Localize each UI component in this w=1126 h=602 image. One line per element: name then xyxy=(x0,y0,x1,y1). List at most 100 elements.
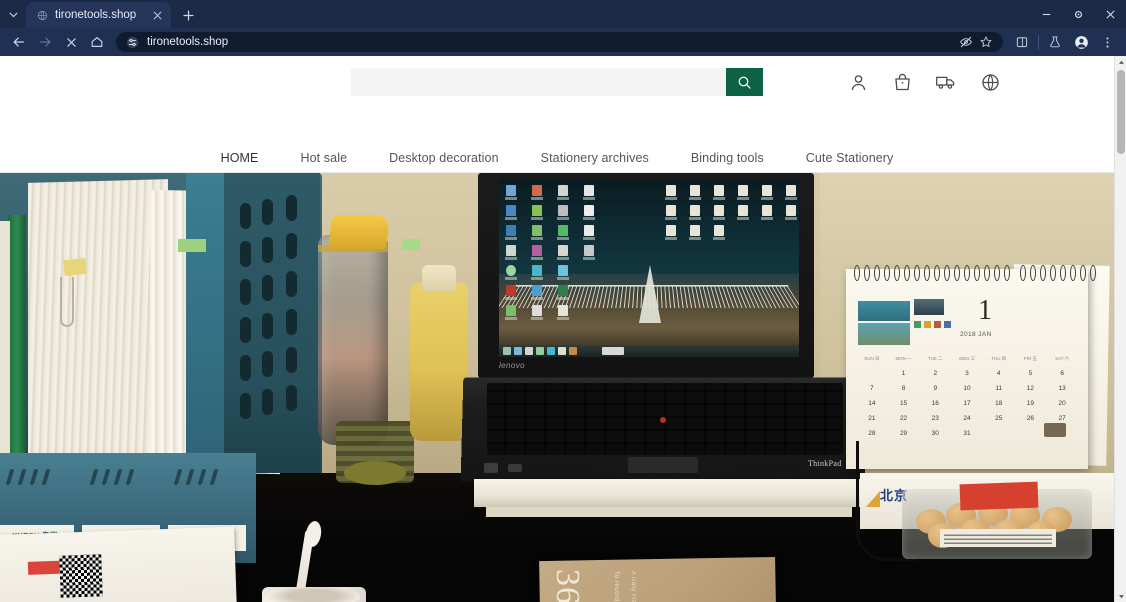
desktop-icon xyxy=(505,305,517,321)
desktop-icon xyxy=(583,285,595,301)
calendar-spiral-binding xyxy=(852,271,1104,283)
desktop-icon xyxy=(557,265,569,281)
calendar-day: 25 xyxy=(983,411,1015,426)
calendar-day: 30 xyxy=(919,426,951,441)
stop-loading-icon[interactable] xyxy=(58,30,84,54)
calendar-weekday-header: FRI 五 xyxy=(1015,351,1047,366)
page-scrollbar[interactable] xyxy=(1114,56,1126,602)
windows-key xyxy=(484,463,498,473)
calendar-weekday-header: MON 一 xyxy=(888,351,920,366)
site-header xyxy=(0,56,1114,143)
person-avatar-icon[interactable] xyxy=(1068,30,1094,54)
forward-arrow-icon[interactable] xyxy=(32,30,58,54)
calendar-day: 16 xyxy=(919,396,951,411)
desktop-icon xyxy=(557,285,569,301)
globe-language-icon[interactable] xyxy=(978,70,1002,94)
star-icon[interactable] xyxy=(979,35,993,49)
split-screen-icon[interactable] xyxy=(1009,30,1035,54)
tab-search-chevron-down-icon[interactable] xyxy=(0,0,26,28)
trackpoint-nub xyxy=(660,417,666,423)
desktop-icon xyxy=(713,185,725,201)
mug-rim xyxy=(268,587,360,602)
url-text: tironetools.shop xyxy=(147,36,228,48)
calendar-weekday-header: THU 四 xyxy=(983,351,1015,366)
desktop-icon xyxy=(557,205,569,221)
desktop-icon xyxy=(531,245,543,261)
desktop-icon xyxy=(531,205,543,221)
minimize-icon[interactable] xyxy=(1030,0,1062,28)
delivery-truck-icon[interactable] xyxy=(934,70,958,94)
calendar-month-number: 1 xyxy=(978,295,992,327)
scrollbar-thumb[interactable] xyxy=(1117,70,1125,154)
tab-close-icon[interactable] xyxy=(150,8,165,23)
calendar-photo-1 xyxy=(858,301,910,321)
browser-tab[interactable]: tironetools.shop xyxy=(26,2,171,28)
calendar-day: 23 xyxy=(919,411,951,426)
desktop-icon xyxy=(531,225,543,241)
new-tab-plus-icon[interactable] xyxy=(175,2,201,28)
notebook-title-text: 365 xyxy=(548,569,586,602)
desktop-icon xyxy=(689,225,701,241)
nav-item-cute-stationery[interactable]: Cute Stationery xyxy=(785,151,915,165)
search-input[interactable] xyxy=(351,68,726,96)
desktop-icons-left xyxy=(505,185,601,321)
desktop-icon xyxy=(665,225,677,241)
nav-item-home[interactable]: HOME xyxy=(200,151,280,165)
calendar-day: 5 xyxy=(1015,366,1047,381)
desktop-icon xyxy=(583,225,595,241)
three-dots-menu-icon[interactable] xyxy=(1094,30,1120,54)
search-button[interactable] xyxy=(726,68,763,96)
site-navigation: HOME Hot sale Desktop decoration Station… xyxy=(0,143,1114,172)
desktop-icon xyxy=(557,245,569,261)
organizer-panel xyxy=(224,173,320,473)
back-arrow-icon[interactable] xyxy=(6,30,32,54)
eye-slash-icon[interactable] xyxy=(959,35,973,49)
nav-item-hot-sale[interactable]: Hot sale xyxy=(279,151,368,165)
calendar-logo-stamp xyxy=(1044,423,1066,437)
home-icon[interactable] xyxy=(84,30,110,54)
calendar-day xyxy=(856,366,888,381)
flask-icon[interactable] xyxy=(1042,30,1068,54)
calendar-day: 6 xyxy=(1046,366,1078,381)
window-controls xyxy=(1030,0,1126,28)
scroll-down-arrow-icon[interactable] xyxy=(1115,590,1126,602)
hero-banner-image[interactable]: YUEFU 粤富 精致收纳 · 匠心品质 YUEFU 粤富 精致收纳 · 匠心品… xyxy=(0,173,1114,602)
nav-item-stationery-archives[interactable]: Stationery archives xyxy=(520,151,670,165)
address-bar[interactable]: tironetools.shop xyxy=(116,32,1003,52)
notebook-subtitle-text-2: A Daily Plan xyxy=(630,571,636,602)
desktop-icon xyxy=(583,265,595,281)
restore-icon[interactable] xyxy=(1062,0,1094,28)
close-icon[interactable] xyxy=(1094,0,1126,28)
desktop-icon xyxy=(583,205,595,221)
calendar-day: 19 xyxy=(1015,396,1047,411)
paper-stack-under-laptop xyxy=(474,479,864,507)
calendar-day: 2 xyxy=(919,366,951,381)
calendar-day: 3 xyxy=(951,366,983,381)
paper-stack-under-laptop-2 xyxy=(486,507,852,517)
account-icon[interactable] xyxy=(846,70,870,94)
desktop-icon xyxy=(583,185,595,201)
function-key xyxy=(508,464,522,472)
nav-item-binding-tools[interactable]: Binding tools xyxy=(670,151,785,165)
calendar-day: 11 xyxy=(983,381,1015,396)
page-viewport: HOME Hot sale Desktop decoration Station… xyxy=(0,56,1126,602)
desktop-icon xyxy=(557,185,569,201)
desktop-icon xyxy=(583,245,595,261)
desktop-icon xyxy=(505,185,517,201)
calendar-day: 8 xyxy=(888,381,920,396)
shopping-bag-icon[interactable] xyxy=(890,70,914,94)
calendar-day: 24 xyxy=(951,411,983,426)
laptop-brand-label: lenovo xyxy=(499,361,525,370)
desktop-icon xyxy=(761,185,773,201)
laptop-screen xyxy=(499,179,799,357)
yellow-sticky-tag xyxy=(63,258,87,276)
scroll-up-arrow-icon[interactable] xyxy=(1115,56,1126,68)
desktop-icon xyxy=(665,185,677,201)
desktop-icon xyxy=(761,225,773,241)
water-bottle xyxy=(318,235,388,445)
tune-settings-icon[interactable] xyxy=(126,36,139,49)
nav-item-desktop-decoration[interactable]: Desktop decoration xyxy=(368,151,520,165)
desktop-icon xyxy=(583,305,595,321)
calendar-weekday-header: SAT 六 xyxy=(1046,351,1078,366)
calendar-color-squares xyxy=(914,321,951,328)
